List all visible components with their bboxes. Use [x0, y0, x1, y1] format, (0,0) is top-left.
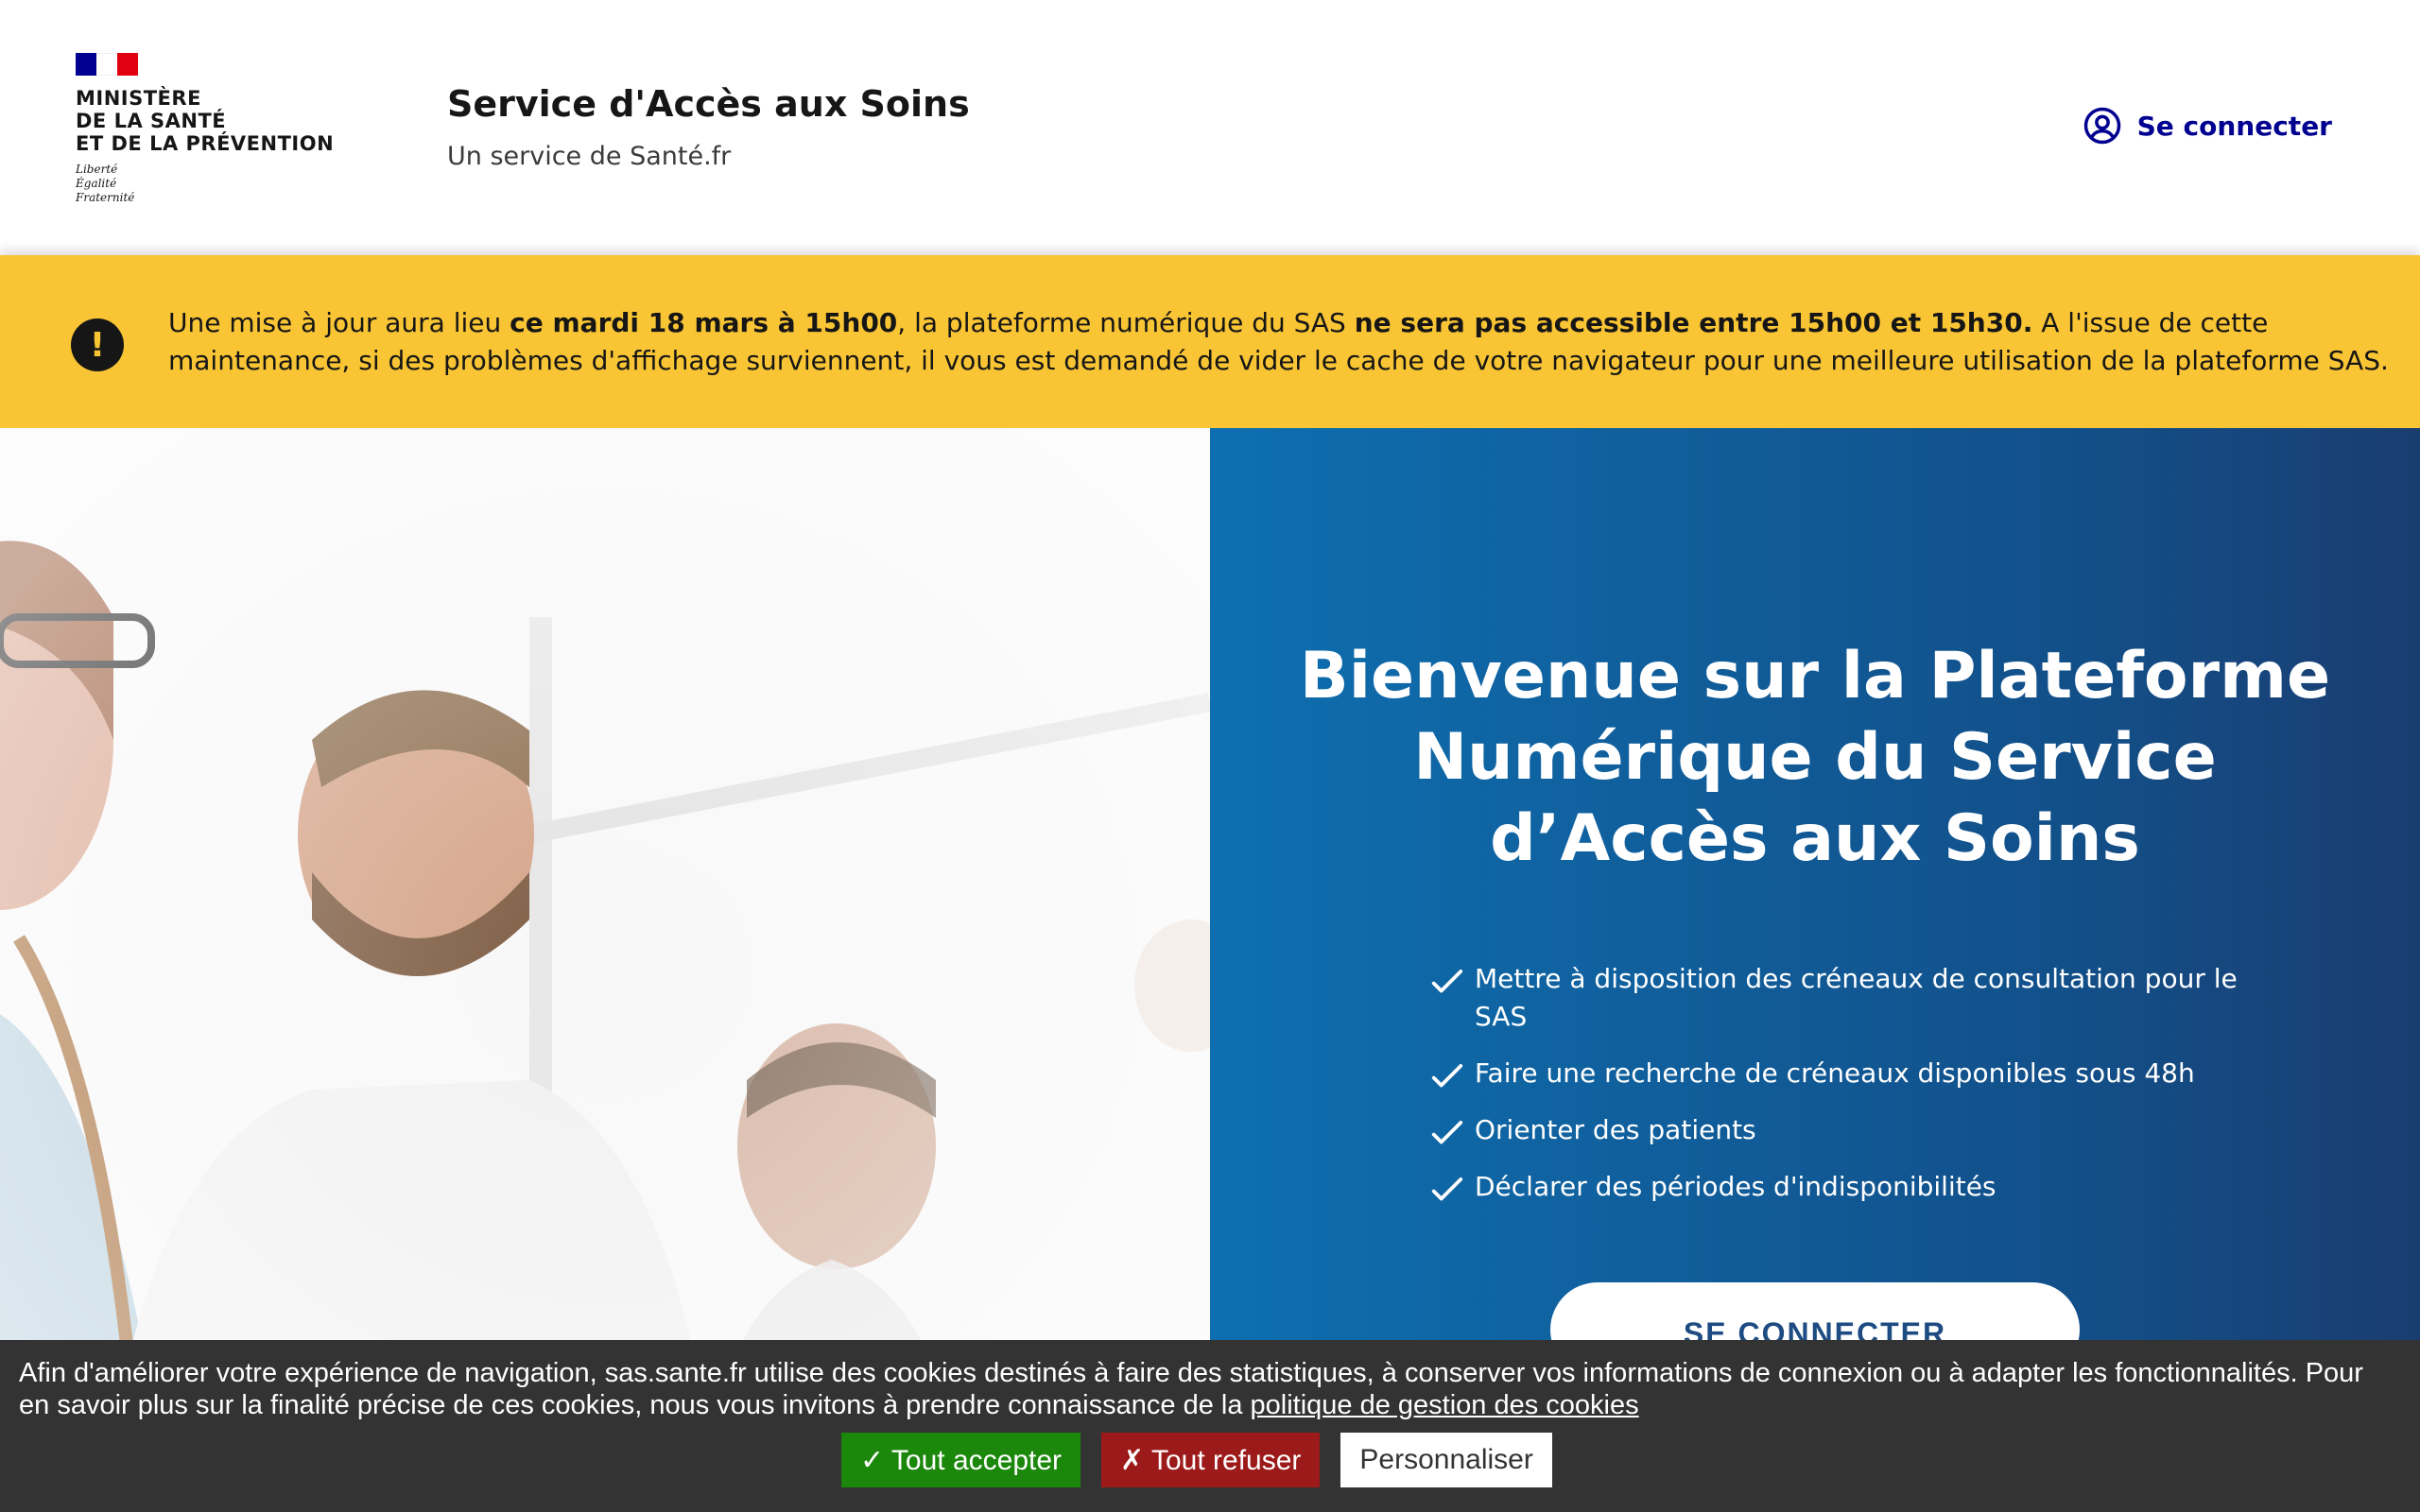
service-brand[interactable]: Service d'Accès aux Soins Un service de … — [447, 83, 970, 171]
republic-motto: Liberté Égalité Fraternité — [76, 163, 359, 205]
alert-message: Une mise à jour aura lieu ce mardi 18 ma… — [168, 304, 2399, 380]
hero-title-line: d’Accès aux Soins — [1490, 801, 2140, 876]
ministry-line: MINISTÈRE — [76, 87, 201, 110]
feature-label: Faire une recherche de créneaux disponib… — [1475, 1057, 2195, 1089]
cookie-banner: Afin d'améliorer votre expérience de nav… — [0, 1340, 2420, 1512]
user-circle-icon — [2083, 107, 2120, 145]
ministry-line: ET DE LA PRÉVENTION — [76, 132, 335, 155]
cookie-policy-link[interactable]: politique de gestion des cookies — [1251, 1390, 1639, 1420]
site-header: MINISTÈRE DE LA SANTÉ ET DE LA PRÉVENTIO… — [0, 0, 2420, 255]
motto-line: Égalité — [76, 177, 117, 190]
ministry-line: DE LA SANTÉ — [76, 110, 227, 132]
alert-text-part: , la plateforme numérique du SAS — [897, 307, 1355, 338]
deny-all-button[interactable]: ✗ Tout refuser — [1101, 1433, 1321, 1487]
feature-label: Orienter des patients — [1475, 1114, 1756, 1145]
check-icon — [1431, 1064, 1463, 1088]
feature-item: Orienter des patients — [1429, 1111, 2242, 1149]
motto-line: Liberté — [76, 163, 118, 176]
feature-item: Faire une recherche de créneaux disponib… — [1429, 1055, 2242, 1092]
cookie-text: Afin d'améliorer votre expérience de nav… — [19, 1358, 2363, 1420]
feature-label: Mettre à disposition des créneaux de con… — [1475, 963, 2238, 1032]
check-icon — [1431, 1121, 1463, 1144]
hero-title-line: Numérique du Service — [1413, 720, 2217, 795]
accept-all-button[interactable]: ✓ Tout accepter — [841, 1433, 1081, 1487]
service-title: Service d'Accès aux Soins — [447, 83, 970, 125]
feature-item: Déclarer des périodes d'indisponibilités — [1429, 1168, 2242, 1206]
feature-item: Mettre à disposition des créneaux de con… — [1429, 960, 2242, 1036]
ministry-logo[interactable]: MINISTÈRE DE LA SANTÉ ET DE LA PRÉVENTIO… — [76, 53, 359, 214]
feature-list: Mettre à disposition des créneaux de con… — [1429, 960, 2242, 1225]
marianne-flag-icon — [76, 53, 138, 76]
ministry-name: MINISTÈRE DE LA SANTÉ ET DE LA PRÉVENTIO… — [76, 87, 359, 155]
login-link[interactable]: Se connecter — [2083, 106, 2332, 146]
cookie-message: Afin d'améliorer votre expérience de nav… — [19, 1357, 2401, 1421]
exclamation-icon: ! — [71, 318, 124, 371]
motto-line: Fraternité — [76, 191, 135, 204]
feature-label: Déclarer des périodes d'indisponibilités — [1475, 1171, 1996, 1202]
cookie-actions: ✓ Tout accepter ✗ Tout refuser Personnal… — [841, 1433, 1552, 1487]
service-subtitle: Un service de Santé.fr — [447, 142, 732, 171]
hero-title-line: Bienvenue sur la Plateforme — [1299, 639, 2331, 713]
check-icon — [1431, 970, 1463, 993]
login-label: Se connecter — [2136, 110, 2332, 142]
check-icon — [1431, 1177, 1463, 1201]
alert-text-bold: ne sera pas accessible entre 15h00 et 15… — [1354, 307, 2033, 338]
hero-title: Bienvenue sur la Plateforme Numérique du… — [1295, 636, 2335, 880]
alert-text-bold: ce mardi 18 mars à 15h00 — [510, 307, 898, 338]
customize-button[interactable]: Personnaliser — [1340, 1433, 1552, 1487]
alert-text-part: Une mise à jour aura lieu — [168, 307, 510, 338]
